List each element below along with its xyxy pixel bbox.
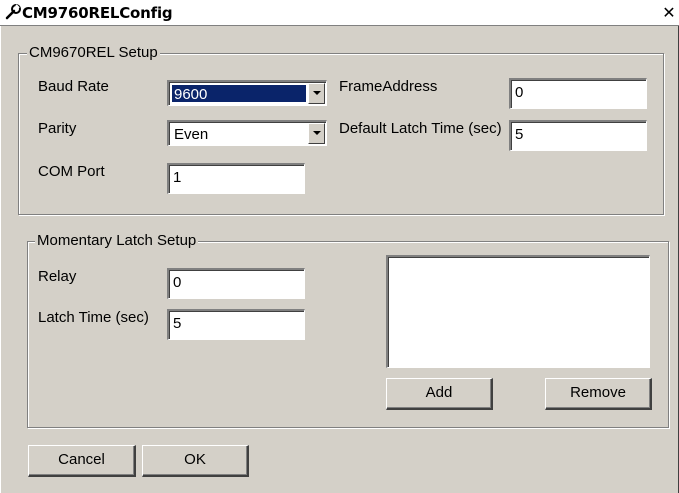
latch-listbox[interactable] [386,255,650,368]
com-port-input[interactable]: 1 [167,163,305,194]
ok-button[interactable]: OK [142,445,249,477]
setup-legend: CM9670REL Setup [27,44,160,61]
add-button[interactable]: Add [386,378,493,410]
momentary-legend: Momentary Latch Setup [35,232,199,249]
parity-label: Parity [38,120,77,137]
latch-time-label: Latch Time (sec) [38,309,149,326]
parity-select[interactable]: Even [167,120,327,146]
parity-value: Even [174,126,209,143]
close-icon[interactable]: ✕ [661,5,677,21]
relay-input[interactable]: 0 [167,268,305,299]
chevron-down-icon[interactable] [308,83,325,104]
frame-address-label: FrameAddress [339,78,438,95]
cancel-button[interactable]: Cancel [28,445,136,477]
remove-button[interactable]: Remove [545,378,652,410]
wrench-icon [5,4,21,20]
baud-rate-select[interactable]: 9600 [167,80,327,106]
latch-time-input[interactable]: 5 [167,309,305,340]
default-latch-time-label: Default Latch Time (sec) [339,120,502,137]
baud-rate-label: Baud Rate [38,78,109,95]
chevron-down-icon[interactable] [308,123,325,144]
baud-rate-value: 9600 [172,85,306,103]
default-latch-time-input[interactable]: 5 [509,120,647,151]
window-title: CM9760RELConfig [22,4,173,22]
relay-label: Relay [38,268,77,285]
frame-address-input[interactable]: 0 [509,78,647,109]
com-port-label: COM Port [38,163,105,180]
